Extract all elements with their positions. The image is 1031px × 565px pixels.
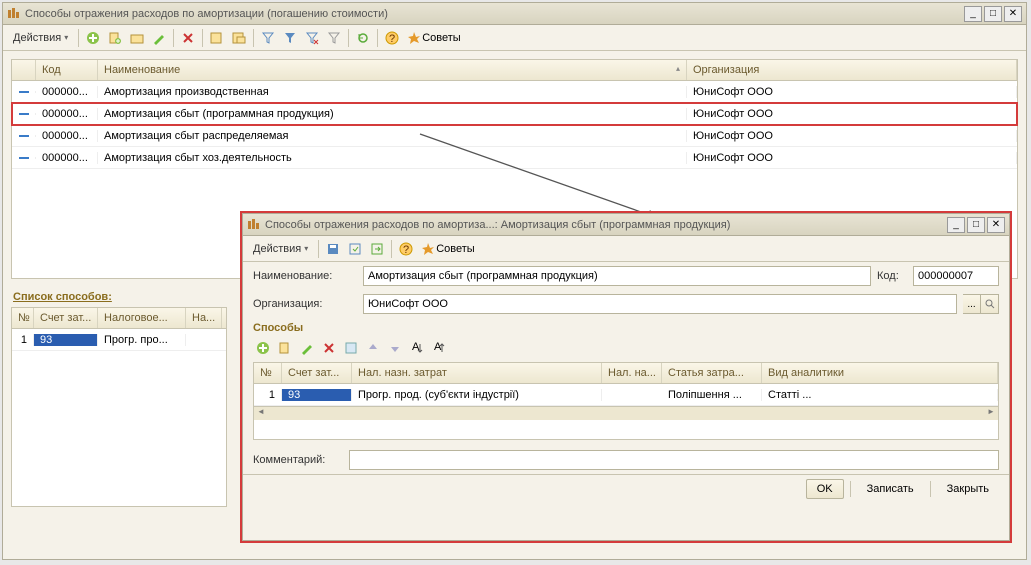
refresh-icon[interactable] bbox=[353, 28, 373, 48]
name-label: Наименование: bbox=[253, 270, 357, 282]
table-row: 000000... Амортизация сбыт хоз.деятельно… bbox=[12, 147, 1017, 169]
goto-icon[interactable] bbox=[367, 239, 387, 259]
save-button[interactable]: Записать bbox=[857, 480, 924, 498]
detail-title: Способы отражения расходов по амортиза..… bbox=[265, 219, 945, 231]
move-up-icon[interactable] bbox=[363, 338, 383, 358]
dcol-article[interactable]: Статья затра... bbox=[662, 363, 762, 383]
close-action-button[interactable]: Закрыть bbox=[937, 480, 999, 498]
dcol-tax[interactable]: Нал. назн. затрат bbox=[352, 363, 602, 383]
hierarchy2-icon[interactable] bbox=[229, 28, 249, 48]
list-item: 1 93 Прогр. про... bbox=[12, 329, 226, 351]
row-delete-icon[interactable] bbox=[319, 338, 339, 358]
scroll-right-icon[interactable]: ► bbox=[984, 407, 998, 421]
name-field[interactable]: Амортизация сбыт (программная продукция) bbox=[363, 266, 871, 286]
col-name[interactable]: Наименование ▴ bbox=[98, 60, 687, 80]
main-grid-body[interactable]: 000000... Амортизация производственная Ю… bbox=[12, 81, 1017, 169]
detail-grid-toolbar: A A bbox=[243, 338, 1009, 362]
row-edit-icon[interactable] bbox=[297, 338, 317, 358]
minimize-button[interactable]: _ bbox=[947, 217, 965, 233]
scroll-left-icon[interactable]: ◄ bbox=[254, 407, 268, 421]
table-row: 000000... Амортизация сбыт распределяема… bbox=[12, 125, 1017, 147]
actions-menu[interactable]: Действия bbox=[247, 239, 314, 259]
main-title: Способы отражения расходов по амортизаци… bbox=[25, 8, 962, 20]
bcol-num[interactable]: № bbox=[12, 308, 34, 328]
detail-grid-body[interactable]: 1 93 Прогр. прод. (суб'єкти індустрії) П… bbox=[254, 384, 998, 406]
svg-text:?: ? bbox=[403, 244, 409, 256]
add-copy-icon[interactable] bbox=[105, 28, 125, 48]
filter1-icon[interactable] bbox=[258, 28, 278, 48]
app-icon bbox=[247, 218, 261, 232]
detail-toolbar: Действия ? Советы bbox=[243, 236, 1009, 262]
detail-footer: OK Записать Закрыть bbox=[243, 474, 1009, 502]
detail-window: Способы отражения расходов по амортиза..… bbox=[242, 213, 1010, 541]
bcol-tax[interactable]: Налоговое... bbox=[98, 308, 186, 328]
code-field[interactable]: 000000007 bbox=[913, 266, 999, 286]
detail-titlebar: Способы отражения расходов по амортиза..… bbox=[243, 214, 1009, 236]
minimize-button[interactable]: _ bbox=[964, 6, 982, 22]
table-row: 000000... Амортизация производственная Ю… bbox=[12, 81, 1017, 103]
row-copy-icon[interactable] bbox=[275, 338, 295, 358]
svg-text:A: A bbox=[434, 341, 442, 353]
close-button[interactable]: ✕ bbox=[987, 217, 1005, 233]
col-org[interactable]: Организация bbox=[687, 60, 1017, 80]
org-label: Организация: bbox=[253, 298, 357, 310]
org-open-button[interactable] bbox=[981, 294, 999, 314]
comment-field[interactable] bbox=[349, 450, 999, 470]
org-field[interactable]: ЮниСофт ООО bbox=[363, 294, 957, 314]
dcol-acct[interactable]: Счет зат... bbox=[282, 363, 352, 383]
close-button[interactable]: ✕ bbox=[1004, 6, 1022, 22]
dcol-num[interactable]: № bbox=[254, 363, 282, 383]
tips-icon[interactable]: Советы bbox=[418, 239, 478, 259]
sub-header: Способы bbox=[243, 318, 1009, 338]
main-toolbar: Действия ? Советы bbox=[3, 25, 1026, 51]
maximize-button[interactable]: □ bbox=[967, 217, 985, 233]
hierarchy-icon[interactable] bbox=[207, 28, 227, 48]
reread-icon[interactable] bbox=[345, 239, 365, 259]
filter2-icon[interactable] bbox=[280, 28, 300, 48]
code-label: Код: bbox=[877, 270, 907, 282]
row-add-icon[interactable] bbox=[253, 338, 273, 358]
bottom-grid: № Счет зат... Налоговое... На... 1 93 Пр… bbox=[11, 307, 227, 507]
help-icon[interactable]: ? bbox=[396, 239, 416, 259]
dcol-taxn[interactable]: Нал. на... bbox=[602, 363, 662, 383]
tips-icon[interactable]: Советы bbox=[404, 28, 464, 48]
row-end-edit-icon[interactable] bbox=[341, 338, 361, 358]
edit-icon[interactable] bbox=[149, 28, 169, 48]
filter4-icon[interactable] bbox=[324, 28, 344, 48]
filter3-icon[interactable] bbox=[302, 28, 322, 48]
dcol-analytic[interactable]: Вид аналитики bbox=[762, 363, 998, 383]
delete-mark-icon[interactable] bbox=[178, 28, 198, 48]
add-icon[interactable] bbox=[83, 28, 103, 48]
main-titlebar: Способы отражения расходов по амортизаци… bbox=[3, 3, 1026, 25]
actions-menu[interactable]: Действия bbox=[7, 28, 74, 48]
table-row-selected: 000000... Амортизация сбыт (программная … bbox=[12, 103, 1017, 125]
move-down-icon[interactable] bbox=[385, 338, 405, 358]
svg-text:?: ? bbox=[389, 33, 395, 45]
org-select-button[interactable]: ... bbox=[963, 294, 981, 314]
main-grid-header: Код Наименование ▴ Организация bbox=[12, 60, 1017, 81]
comment-label: Комментарий: bbox=[253, 454, 343, 466]
edit-folder-icon[interactable] bbox=[127, 28, 147, 48]
bcol-acct[interactable]: Счет зат... bbox=[34, 308, 98, 328]
save-icon[interactable] bbox=[323, 239, 343, 259]
table-row: 1 93 Прогр. прод. (суб'єкти індустрії) П… bbox=[254, 384, 998, 406]
ok-button[interactable]: OK bbox=[806, 479, 844, 499]
maximize-button[interactable]: □ bbox=[984, 6, 1002, 22]
sort-asc-icon[interactable]: A bbox=[407, 338, 427, 358]
detail-grid: № Счет зат... Нал. назн. затрат Нал. на.… bbox=[253, 362, 999, 440]
app-icon bbox=[7, 7, 21, 21]
bottom-grid-body[interactable]: 1 93 Прогр. про... bbox=[12, 329, 226, 351]
help-icon[interactable]: ? bbox=[382, 28, 402, 48]
sort-desc-icon[interactable]: A bbox=[429, 338, 449, 358]
col-code[interactable]: Код bbox=[36, 60, 98, 80]
bcol-more[interactable]: На... bbox=[186, 308, 222, 328]
